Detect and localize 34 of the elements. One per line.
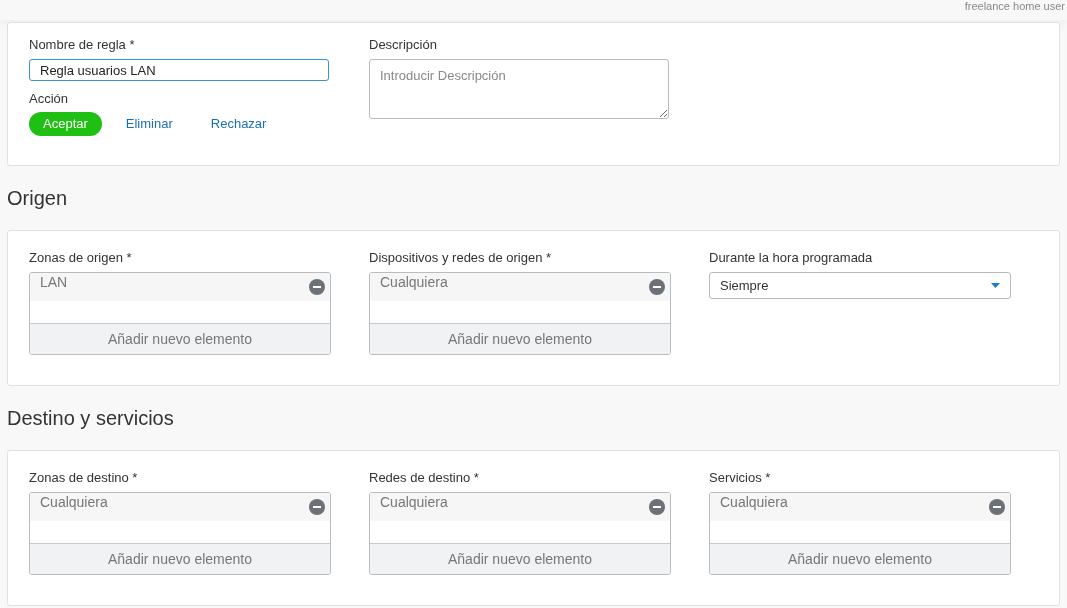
- list-item[interactable]: Cualquiera: [30, 493, 330, 521]
- list-item[interactable]: Cualquiera: [370, 493, 670, 521]
- action-toggle[interactable]: Aceptar: [29, 112, 102, 136]
- field-label: Servicios *: [709, 470, 772, 486]
- add-item-button[interactable]: Añadir nuevo elemento: [30, 323, 330, 354]
- remove-icon[interactable]: [309, 499, 325, 515]
- action-toggle[interactable]: Rechazar: [196, 112, 281, 136]
- section-title: Origen: [6, 186, 69, 211]
- rule-name-field[interactable]: Regla usuarios LAN: [29, 59, 329, 81]
- dropdown-caret-icon: [991, 283, 1000, 288]
- user-name: freelance home user: [964, 0, 1065, 12]
- remove-icon[interactable]: [649, 499, 665, 515]
- field-label: Nombre de regla *: [29, 37, 136, 53]
- field-label: Durante la hora programada: [709, 250, 874, 266]
- field-label: Descripción: [369, 37, 438, 53]
- section-title: Destino y servicios: [6, 406, 175, 431]
- field-label: Redes de destino *: [369, 470, 480, 486]
- list-item[interactable]: Cualquiera: [370, 273, 670, 301]
- remove-icon[interactable]: [649, 279, 665, 295]
- add-item-button[interactable]: Añadir nuevo elemento: [710, 543, 1010, 574]
- add-item-button[interactable]: Añadir nuevo elemento: [30, 543, 330, 574]
- field-label: Acción: [29, 91, 70, 107]
- field-label: Zonas de origen *: [29, 250, 133, 266]
- remove-icon[interactable]: [309, 279, 325, 295]
- field-label: Dispositivos y redes de origen *: [369, 250, 553, 266]
- schedule-select[interactable]: Siempre: [709, 272, 1011, 299]
- list-item[interactable]: Cualquiera: [710, 493, 1010, 521]
- add-item-button[interactable]: Añadir nuevo elemento: [370, 543, 670, 574]
- add-item-button[interactable]: Añadir nuevo elemento: [370, 323, 670, 354]
- field-label: Zonas de destino *: [29, 470, 139, 486]
- action-toggle[interactable]: Eliminar: [111, 112, 187, 136]
- remove-icon[interactable]: [989, 499, 1005, 515]
- list-item[interactable]: LAN: [30, 273, 330, 301]
- description-field[interactable]: Introducir Descripción: [369, 59, 669, 119]
